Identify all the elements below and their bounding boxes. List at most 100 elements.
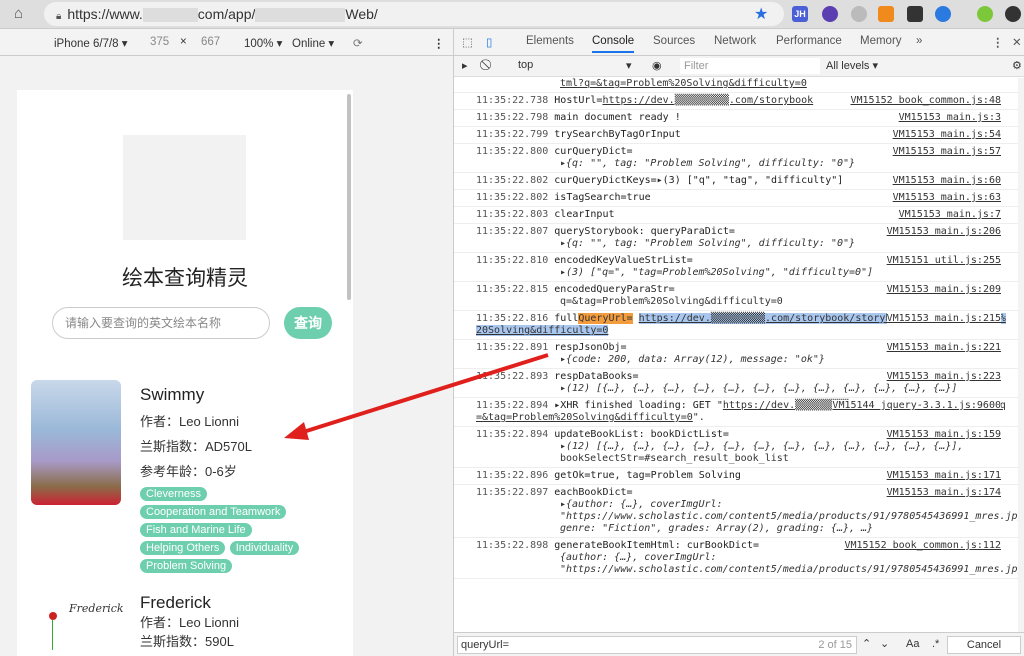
tag-fish[interactable]: Fish and Marine Life bbox=[140, 523, 252, 537]
devtools-tabs: ⬚ ▯ Elements Console Sources Network Per… bbox=[454, 29, 1024, 56]
log-timestamp: 11:35:22.738 bbox=[476, 95, 549, 106]
devtools-menu-icon[interactable]: ⋮ bbox=[992, 35, 1004, 49]
log-link[interactable]: https://dev.▒▒▒▒▒▒▒▒▒.com/storybook bbox=[602, 95, 813, 106]
home-icon[interactable]: ⌂ bbox=[14, 5, 23, 22]
book-cover-frederick[interactable]: Frederick bbox=[31, 590, 124, 650]
book-title[interactable]: Swimmy bbox=[140, 385, 340, 405]
log-source-link[interactable]: VM15151 util.js:255 bbox=[886, 255, 1001, 267]
tab-console[interactable]: Console bbox=[592, 35, 635, 53]
log-source-link[interactable]: VM15153 main.js:209 bbox=[886, 284, 1001, 296]
tab-memory[interactable]: Memory bbox=[860, 35, 902, 47]
zoom-select[interactable]: 100% ▾ bbox=[244, 36, 282, 50]
tag-cooperation[interactable]: Cooperation and Teamwork bbox=[140, 505, 287, 519]
console-settings-gear-icon[interactable]: ⚙ bbox=[1012, 59, 1022, 72]
log-text: queryStorybook: queryParaDict= bbox=[554, 226, 735, 237]
console-message: 11:35:22.893 respDataBooks= ▸(12) [{…}, {… bbox=[454, 369, 1019, 398]
search-match-highlight: QueryUrl= bbox=[578, 313, 633, 324]
find-cancel-button[interactable]: Cancel bbox=[947, 636, 1021, 654]
log-object-preview[interactable]: {author: {…}, coverImgUrl: "https://www.… bbox=[560, 552, 1019, 576]
inspect-element-icon[interactable]: ⬚ bbox=[462, 35, 473, 49]
find-input[interactable]: queryUrl= 2 of 15 bbox=[457, 636, 857, 654]
extension-icon[interactable] bbox=[1005, 6, 1021, 22]
console-message: 11:35:22.799 trySearchByTagOrInput VM1515… bbox=[454, 127, 1019, 144]
tab-performance[interactable]: Performance bbox=[776, 35, 842, 47]
book-search-input[interactable]: 请输入要查询的英文绘本名称 bbox=[52, 307, 270, 339]
log-source-link[interactable]: VM15152 book_common.js:112 bbox=[844, 540, 1001, 552]
log-source-link[interactable]: VM15153 main.js:159 bbox=[886, 429, 1001, 441]
filter-input[interactable]: Filter bbox=[680, 58, 820, 74]
console-message: 11:35:22.894 updateBookList: bookDictLis… bbox=[454, 427, 1019, 468]
log-source-link[interactable]: VM15153 main.js:3 bbox=[898, 112, 1001, 124]
log-text: generateBookItemHtml: curBookDict= bbox=[554, 540, 759, 551]
react-extension-icon[interactable] bbox=[851, 6, 867, 22]
context-select[interactable]: top bbox=[518, 59, 533, 71]
more-tabs-button[interactable]: » bbox=[916, 35, 922, 47]
tab-sources[interactable]: Sources bbox=[653, 35, 695, 47]
log-source-link[interactable]: VM15153 main.js:60 bbox=[892, 175, 1001, 187]
log-source-link[interactable]: VM15153 main.js:174 bbox=[886, 487, 1001, 499]
log-timestamp: 11:35:22.891 bbox=[476, 342, 549, 353]
log-link[interactable]: tml?q=&tag=Problem%20Solving&difficulty=… bbox=[476, 78, 807, 89]
profile-avatar[interactable] bbox=[977, 6, 993, 22]
log-object-preview[interactable]: ▸(12) [{…}, {…}, {…}, {…}, {…}, {…}, {…}… bbox=[560, 441, 1011, 453]
log-source-link[interactable]: VM15153 main.js:7 bbox=[898, 209, 1001, 221]
log-source-link[interactable]: VM15144 jquery-3.3.1.js:9600 bbox=[832, 400, 1001, 412]
book-cover-swimmy[interactable] bbox=[31, 380, 121, 505]
more-options-icon[interactable]: ⋮ bbox=[433, 36, 445, 50]
height-input[interactable]: 667 bbox=[201, 36, 220, 48]
log-value: bookSelectStr=#search_result_book_list bbox=[560, 453, 789, 464]
rotate-icon[interactable]: ⟳ bbox=[353, 36, 363, 50]
qr-code-icon[interactable] bbox=[907, 6, 923, 22]
tab-elements[interactable]: Elements bbox=[526, 35, 574, 47]
address-bar[interactable]: 🔒︎ https://www. com/app/Web/ bbox=[44, 2, 784, 26]
tag-problem-solving[interactable]: Problem Solving bbox=[140, 559, 233, 573]
log-source-link[interactable]: VM15153 main.js:221 bbox=[886, 342, 1001, 354]
device-select[interactable]: iPhone 6/7/8 ▾ bbox=[54, 36, 128, 50]
log-source-link[interactable]: VM15153 main.js:54 bbox=[892, 129, 1001, 141]
log-source-link[interactable]: VM15153 main.js:57 bbox=[892, 146, 1001, 158]
tag-individuality[interactable]: Individuality bbox=[229, 541, 300, 555]
logo-image bbox=[123, 135, 246, 240]
log-object-preview[interactable]: ▸(3) ["q=", "tag=Problem%20Solving", "di… bbox=[560, 267, 1011, 279]
close-devtools-icon[interactable]: ✕ bbox=[1012, 35, 1022, 49]
log-source-link[interactable]: VM15153 main.js:206 bbox=[886, 226, 1001, 238]
log-object-preview[interactable]: ▸{q: "", tag: "Problem Solving", difficu… bbox=[560, 158, 1011, 170]
context-dropdown-icon[interactable]: ▾ bbox=[626, 59, 632, 72]
sidebar-toggle-icon[interactable]: ▸ bbox=[462, 59, 468, 72]
log-source-link[interactable]: VM15153 main.js:171 bbox=[886, 470, 1001, 482]
width-input[interactable]: 375 bbox=[150, 36, 169, 48]
log-object-preview[interactable]: ▸{q: "", tag: "Problem Solving", difficu… bbox=[560, 238, 1011, 250]
extension-icon[interactable] bbox=[822, 6, 838, 22]
log-source-link[interactable]: VM15153 main.js:223 bbox=[886, 371, 1001, 383]
book-title[interactable]: Frederick bbox=[140, 593, 239, 613]
book-author: 作者：Leo Lionni bbox=[140, 615, 239, 630]
log-text: full bbox=[554, 313, 579, 324]
find-previous-icon[interactable]: ⌃ bbox=[862, 637, 871, 650]
network-select[interactable]: Online ▾ bbox=[292, 36, 334, 50]
log-source-link[interactable]: VM15152 book_common.js:48 bbox=[850, 95, 1001, 107]
live-expression-eye-icon[interactable]: ◉ bbox=[652, 59, 662, 72]
search-button[interactable]: 查询 bbox=[284, 307, 332, 339]
jh-extension-icon[interactable]: JH bbox=[792, 6, 808, 22]
log-object-preview[interactable]: ▸(12) [{…}, {…}, {…}, {…}, {…}, {…}, {…}… bbox=[560, 383, 1011, 395]
console-scrollbar[interactable] bbox=[1018, 78, 1024, 632]
find-bar: queryUrl= 2 of 15 ⌃ ⌄ Aa .* Cancel bbox=[454, 632, 1024, 656]
log-source-link[interactable]: VM15153 main.js:63 bbox=[892, 192, 1001, 204]
find-next-icon[interactable]: ⌄ bbox=[880, 637, 889, 650]
match-case-toggle[interactable]: Aa bbox=[906, 638, 919, 650]
tab-network[interactable]: Network bbox=[714, 35, 756, 47]
log-source-link[interactable]: VM15153 main.js:215 bbox=[886, 313, 1001, 325]
tag-helping-others[interactable]: Helping Others bbox=[140, 541, 226, 555]
regex-toggle[interactable]: .* bbox=[932, 638, 939, 650]
bookmark-star-icon[interactable]: ★ bbox=[754, 4, 768, 24]
browser-toolbar: ⌂ 🔒︎ https://www. com/app/Web/ ★ JH bbox=[0, 0, 1024, 29]
extension-icon[interactable] bbox=[878, 6, 894, 22]
log-levels-select[interactable]: All levels ▾ bbox=[826, 59, 878, 72]
log-object-preview[interactable]: ▸{author: {…}, coverImgUrl: "https://www… bbox=[560, 499, 1019, 535]
console-message: 11:35:22.898 generateBookItemHtml: curBo… bbox=[454, 538, 1019, 579]
device-toggle-icon[interactable]: ▯ bbox=[486, 35, 492, 49]
extension-icon[interactable] bbox=[935, 6, 951, 22]
tag-cleverness[interactable]: Cleverness bbox=[140, 487, 208, 501]
log-object-preview[interactable]: ▸{code: 200, data: Array(12), message: "… bbox=[560, 354, 1011, 366]
log-timestamp: 11:35:22.815 bbox=[476, 284, 549, 295]
